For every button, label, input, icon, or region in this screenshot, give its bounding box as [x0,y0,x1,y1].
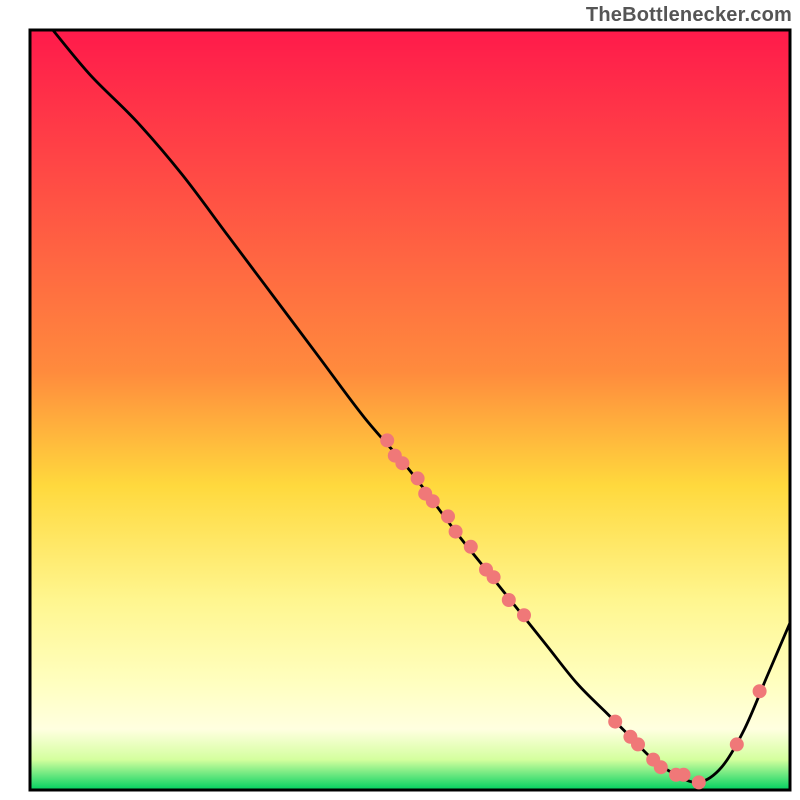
curve-marker [487,570,501,584]
chart-container: TheBottlenecker.com [0,0,800,800]
curve-marker [464,540,478,554]
curve-marker [502,593,516,607]
curve-marker [692,775,706,789]
curve-marker [730,737,744,751]
curve-marker [411,471,425,485]
plot-background [30,30,790,790]
curve-marker [426,494,440,508]
watermark-text: TheBottlenecker.com [586,4,792,27]
curve-marker [395,456,409,470]
curve-marker [517,608,531,622]
curve-marker [654,760,668,774]
curve-marker [631,737,645,751]
curve-marker [608,715,622,729]
curve-marker [677,768,691,782]
curve-marker [441,509,455,523]
bottleneck-chart [0,0,800,800]
curve-marker [380,433,394,447]
curve-marker [449,525,463,539]
curve-marker [753,684,767,698]
